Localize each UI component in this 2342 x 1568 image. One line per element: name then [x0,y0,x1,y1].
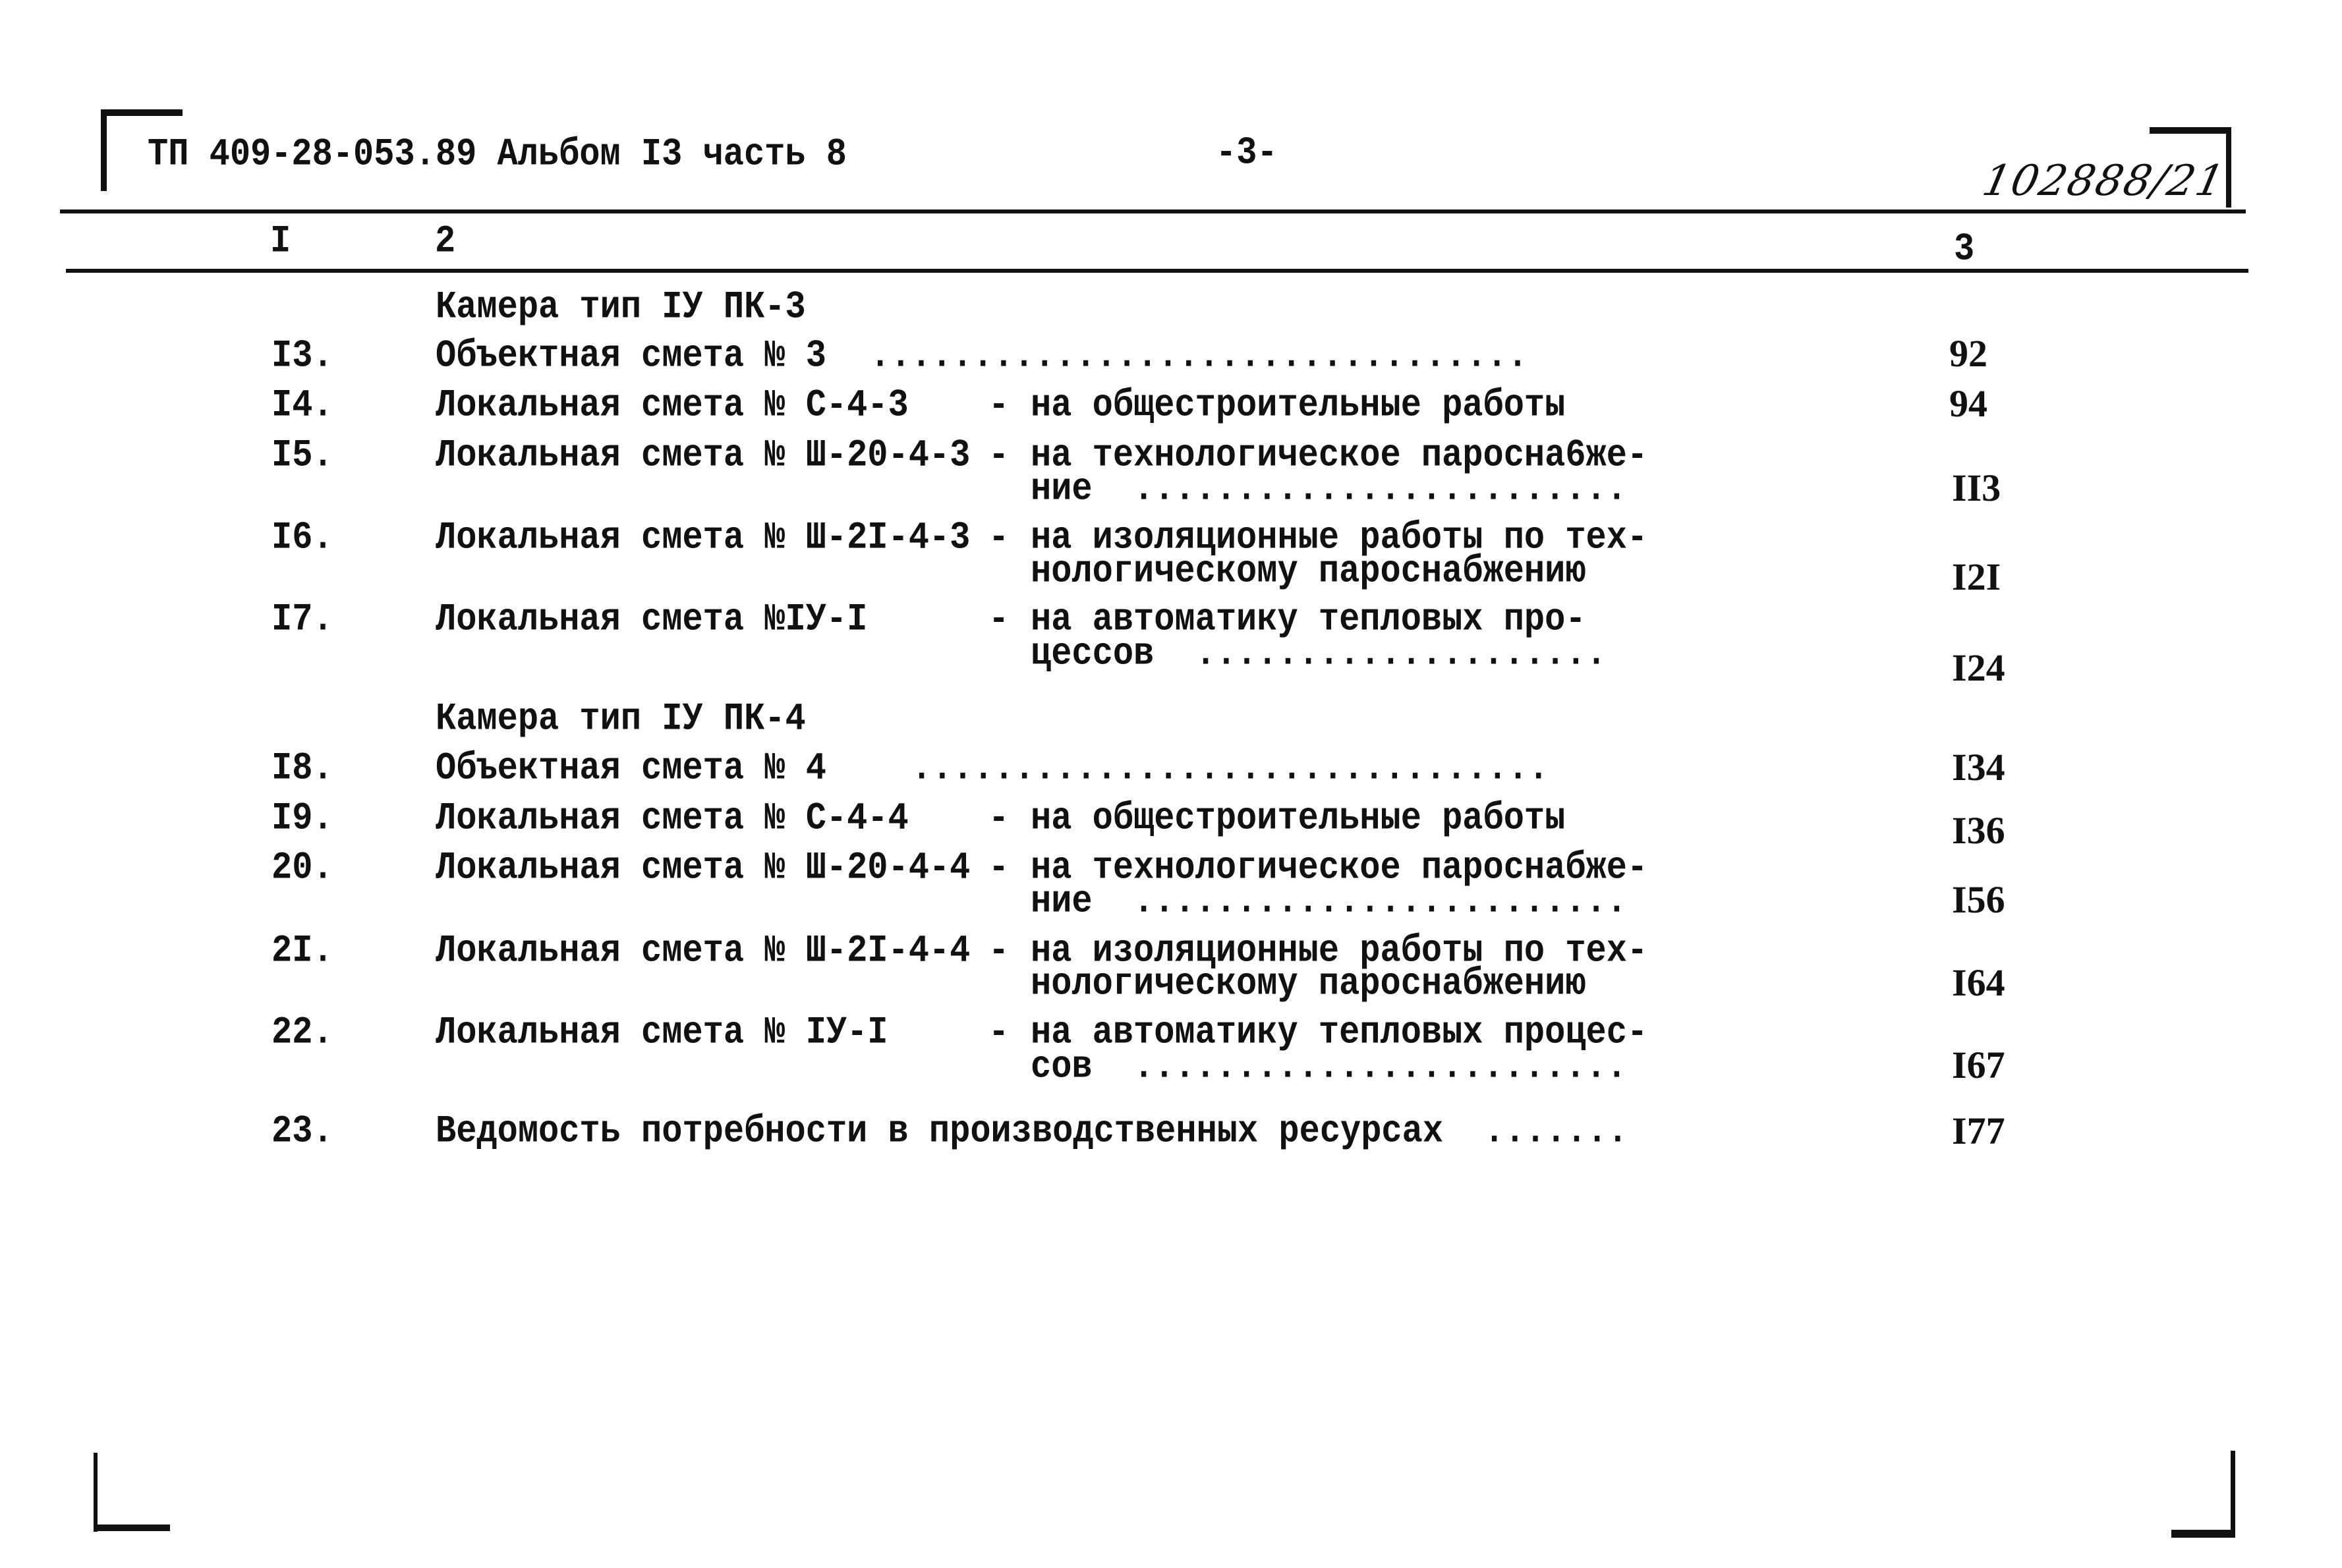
item-number: 2I. [271,929,333,973]
page-number: 92 [1949,332,1987,375]
document-code: ТП 409-28-053.89 Альбом I3 часть 8 [148,132,847,177]
item-number: I9. [271,797,333,841]
page-number: I67 [1952,1044,2005,1086]
item-dash: - [988,516,1010,560]
item-number: 22. [271,1011,333,1055]
page-number: II3 [1952,466,2001,509]
item-dash: - [988,1011,1010,1055]
page-number: I77 [1952,1109,2005,1152]
item-dash: - [988,434,1010,478]
leader-dots: ....... [1484,1109,1628,1154]
item-number: 23. [271,1109,333,1154]
item-number: I8. [271,746,333,791]
item-name: Локальная смета № С-4-4 [436,797,909,841]
frame-corner-bottom-right-vertical [2231,1451,2235,1538]
item-number: I7. [271,598,333,642]
leader-dots: ........................ [1133,1045,1627,1089]
item-number: I4. [271,383,333,428]
section-title: Камера тип IУ ПК-3 [436,285,806,329]
item-description: на общестроительные работы [1031,383,1566,428]
item-description: на общестроительные работы [1031,797,1566,841]
page-number: I36 [1952,809,2005,852]
column-header-1: I [270,219,291,264]
item-name: Ведомость потребности в производственных… [436,1109,1444,1154]
page-number: I64 [1952,961,2005,1004]
item-name: Объектная смета № 3 [436,334,826,378]
leader-dots: ........................ [1133,467,1627,511]
item-name: Локальная смета № Ш-2I-4-3 [436,516,971,560]
item-description-continued: ние [1031,880,1093,924]
item-dash: - [988,383,1010,428]
item-description-continued: цессов [1031,632,1155,676]
header-rule-bottom [66,269,2248,273]
item-name: Локальная смета № С-4-3 [436,383,909,428]
column-header-3: 3 [1954,227,1975,271]
frame-corner-bottom-left-vertical [94,1453,98,1532]
item-number: I6. [271,516,333,560]
item-description-continued: нологическому пароснабжению [1031,549,1586,594]
frame-corner-top-left-horizontal [101,109,183,116]
frame-corner-bottom-left-horizontal [94,1525,170,1531]
item-number: I5. [271,434,333,478]
item-name: Объектная смета № 4 [436,746,826,791]
handwritten-number: 102888/21 [1978,157,2230,206]
page-number: I34 [1952,746,2005,789]
leader-dots: ........................ [1133,880,1627,924]
leader-dots: .................... [1195,632,1607,676]
item-number: 20. [271,846,333,890]
item-dash: - [988,929,1010,973]
frame-corner-top-left-vertical [101,111,107,191]
item-name: Локальная смета № Ш-20-4-3 [436,434,971,478]
item-description-continued: ние [1031,467,1093,511]
header-rule-top [60,210,2246,213]
item-name: Локальная смета №IУ-I [436,598,868,642]
item-number: I3. [271,334,333,378]
page-number: I56 [1952,878,2005,921]
page-number: I24 [1952,646,2005,689]
item-dash: - [988,846,1010,890]
item-dash: - [988,797,1010,841]
item-description-continued: нологическому пароснабжению [1031,962,1586,1006]
page-marker: -3- [1216,131,1278,175]
frame-corner-top-right-horizontal [2150,127,2231,134]
item-dash: - [988,598,1010,642]
item-description-continued: сов [1031,1045,1093,1089]
item-name: Локальная смета № IУ-I [436,1011,888,1055]
item-name: Локальная смета № Ш-20-4-4 [436,846,971,890]
leader-dots: ................................ [870,334,1528,378]
section-title: Камера тип IУ ПК-4 [436,697,806,741]
frame-corner-bottom-right-horizontal [2171,1530,2235,1538]
leader-dots: ............................... [911,746,1549,791]
page-number: I2I [1952,555,2001,598]
page-number: 94 [1949,382,1987,425]
column-header-2: 2 [435,219,456,264]
item-name: Локальная смета № Ш-2I-4-4 [436,929,971,973]
